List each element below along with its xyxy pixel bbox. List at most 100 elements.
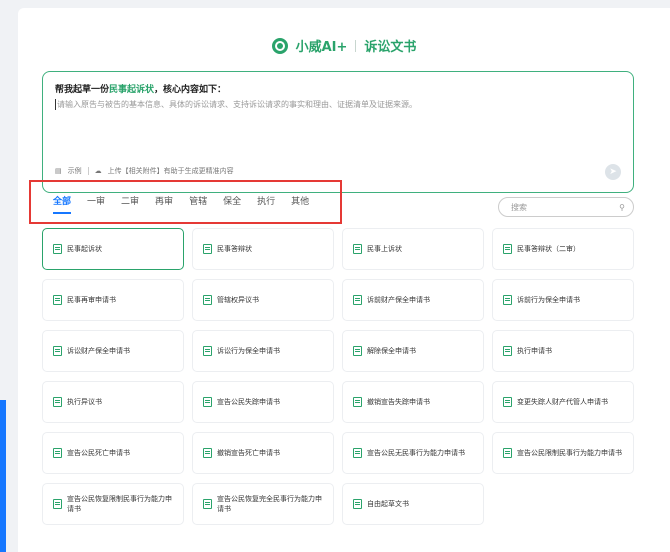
document-icon xyxy=(353,397,362,407)
document-label: 变更失踪人财产代管人申请书 xyxy=(517,398,608,406)
document-icon xyxy=(53,397,62,407)
brand-logo-icon xyxy=(271,37,288,54)
document-card[interactable]: 民事答辩状（二审） xyxy=(492,228,634,270)
document-label: 执行异议书 xyxy=(67,398,102,406)
document-label: 诉讼财产保全申请书 xyxy=(67,347,130,355)
document-icon xyxy=(503,244,512,254)
document-label: 撤销宣告死亡申请书 xyxy=(217,449,280,457)
category-tabs: 全部 一审 二审 再审 管辖 保全 执行 其他 xyxy=(29,180,342,224)
document-icon xyxy=(503,397,512,407)
search-placeholder: 搜索 xyxy=(511,202,527,212)
document-card[interactable]: 执行申请书 xyxy=(492,330,634,372)
prompt-title: 帮我起草一份民事起诉状，核心内容如下： xyxy=(55,82,621,95)
document-card[interactable]: 宣告公民死亡申请书 xyxy=(42,432,184,474)
document-card[interactable]: 民事再审申请书 xyxy=(42,279,184,321)
document-label: 民事再审申请书 xyxy=(67,296,116,304)
brand-header: 小威AI+ 诉讼文书 xyxy=(18,36,670,55)
prompt-footer: ▤ 示例 ☁ 上传【相关附件】有助于生成更精准内容 xyxy=(55,166,234,176)
document-icon xyxy=(53,499,62,509)
send-icon: ➤ xyxy=(609,167,617,177)
document-icon xyxy=(353,346,362,356)
prompt-title-prefix: 帮我起草一份 xyxy=(55,85,110,95)
search-input[interactable]: 搜索 ⚲ xyxy=(498,197,634,217)
document-card[interactable]: 诉讼行为保全申请书 xyxy=(192,330,334,372)
document-label: 管辖权异议书 xyxy=(217,296,259,304)
tab-all[interactable]: 全部 xyxy=(53,194,72,214)
document-card[interactable]: 民事上诉状 xyxy=(342,228,484,270)
document-icon xyxy=(503,346,512,356)
brand-name: 小威AI+ xyxy=(295,40,348,55)
document-icon xyxy=(203,295,212,305)
document-label: 宣告公民恢复限制民事行为能力申请书 xyxy=(67,495,172,513)
document-icon xyxy=(53,448,62,458)
document-icon xyxy=(53,244,62,254)
document-card[interactable]: 解除保全申请书 xyxy=(342,330,484,372)
document-label: 宣告公民失踪申请书 xyxy=(217,398,280,406)
document-label: 诉前财产保全申请书 xyxy=(367,296,430,304)
upload-attachment-button[interactable]: 上传【相关附件】有助于生成更精准内容 xyxy=(108,166,234,176)
brand-product: 诉讼文书 xyxy=(364,40,417,55)
document-label: 民事上诉状 xyxy=(367,245,402,253)
document-label: 民事答辩状（二审） xyxy=(517,245,580,253)
document-icon xyxy=(203,244,212,254)
document-card[interactable]: 诉前财产保全申请书 xyxy=(342,279,484,321)
document-card[interactable]: 变更失踪人财产代管人申请书 xyxy=(492,381,634,423)
footer-divider xyxy=(87,167,89,175)
document-icon xyxy=(53,295,62,305)
document-grid: 民事起诉状 民事答辩状 民事上诉状 民事答辩状（二审） 民事再审申请书 管辖权异… xyxy=(42,228,634,525)
left-edge-accent xyxy=(0,400,6,552)
document-label: 民事答辩状 xyxy=(217,245,252,253)
upload-icon: ☁ xyxy=(94,167,102,175)
tab-retrial[interactable]: 再审 xyxy=(155,194,173,210)
document-label: 宣告公民限制民事行为能力申请书 xyxy=(517,449,622,457)
document-card[interactable]: 诉前行为保全申请书 xyxy=(492,279,634,321)
document-icon xyxy=(353,295,362,305)
tab-preservation[interactable]: 保全 xyxy=(223,194,241,210)
search-icon: ⚲ xyxy=(619,202,625,212)
document-card[interactable]: 宣告公民恢复限制民事行为能力申请书 xyxy=(42,483,184,525)
document-card[interactable]: 民事起诉状 xyxy=(42,228,184,270)
prompt-title-suffix: ，核心内容如下： xyxy=(154,85,227,95)
document-label: 撤销宣告失踪申请书 xyxy=(367,398,430,406)
prompt-editor[interactable]: 帮我起草一份民事起诉状，核心内容如下： 请输入原告与被告的基本信息、具体的诉讼请… xyxy=(42,71,634,193)
document-icon xyxy=(203,346,212,356)
document-label: 宣告公民恢复完全民事行为能力申请书 xyxy=(217,495,322,513)
brand-divider xyxy=(355,39,357,52)
document-icon xyxy=(503,448,512,458)
example-button[interactable]: 示例 xyxy=(68,166,82,176)
document-card[interactable]: 民事答辩状 xyxy=(192,228,334,270)
document-card[interactable]: 宣告公民无民事行为能力申请书 xyxy=(342,432,484,474)
document-card[interactable]: 自由起草文书 xyxy=(342,483,484,525)
tab-execution[interactable]: 执行 xyxy=(257,194,275,210)
prompt-doc-type[interactable]: 民事起诉状 xyxy=(109,85,154,95)
document-label: 自由起草文书 xyxy=(367,500,409,508)
document-card[interactable]: 管辖权异议书 xyxy=(192,279,334,321)
document-icon xyxy=(53,346,62,356)
document-icon xyxy=(203,499,212,509)
tab-other[interactable]: 其他 xyxy=(291,194,309,210)
document-icon xyxy=(503,295,512,305)
document-icon xyxy=(353,244,362,254)
document-icon xyxy=(203,448,212,458)
document-label: 执行申请书 xyxy=(517,347,552,355)
document-card[interactable]: 执行异议书 xyxy=(42,381,184,423)
document-label: 诉讼行为保全申请书 xyxy=(217,347,280,355)
document-card[interactable]: 撤销宣告死亡申请书 xyxy=(192,432,334,474)
prompt-input[interactable]: 请输入原告与被告的基本信息、具体的诉讼请求、支持诉讼请求的事实和理由、证据清单及… xyxy=(55,99,621,110)
send-button[interactable]: ➤ xyxy=(605,164,621,180)
document-label: 宣告公民死亡申请书 xyxy=(67,449,130,457)
document-label: 民事起诉状 xyxy=(67,245,102,253)
document-card[interactable]: 宣告公民限制民事行为能力申请书 xyxy=(492,432,634,474)
tab-second-instance[interactable]: 二审 xyxy=(121,194,139,210)
document-icon xyxy=(353,448,362,458)
document-card[interactable]: 宣告公民恢复完全民事行为能力申请书 xyxy=(192,483,334,525)
document-icon xyxy=(203,397,212,407)
document-card[interactable]: 撤销宣告失踪申请书 xyxy=(342,381,484,423)
document-label: 宣告公民无民事行为能力申请书 xyxy=(367,449,465,457)
example-icon: ▤ xyxy=(55,167,62,175)
tab-jurisdiction[interactable]: 管辖 xyxy=(189,194,207,210)
tab-first-instance[interactable]: 一审 xyxy=(87,194,105,210)
document-card[interactable]: 诉讼财产保全申请书 xyxy=(42,330,184,372)
document-card[interactable]: 宣告公民失踪申请书 xyxy=(192,381,334,423)
document-label: 解除保全申请书 xyxy=(367,347,416,355)
